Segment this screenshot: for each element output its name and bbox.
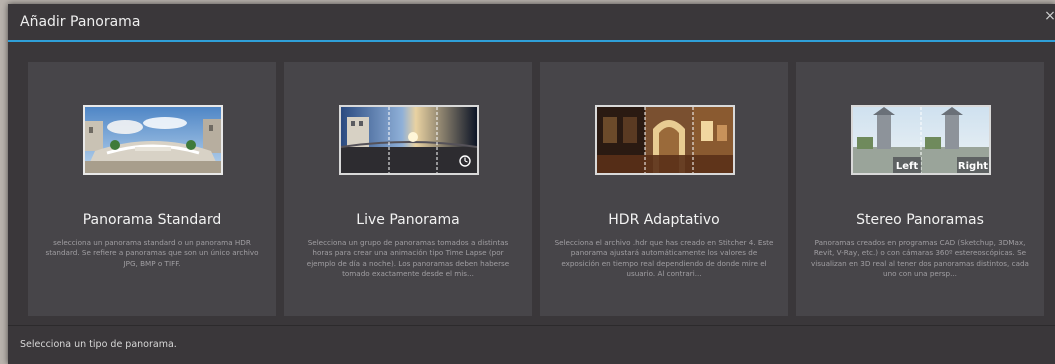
dialog-titlebar: Añadir Panorama ×: [8, 4, 1055, 42]
panorama-standard-thumbnail: [83, 105, 223, 175]
status-message: Selecciona un tipo de panorama.: [20, 339, 177, 350]
card-live-panorama[interactable]: Live Panorama Selecciona un grupo de pan…: [284, 62, 532, 316]
footer-divider: [8, 325, 1055, 326]
card-panorama-standard[interactable]: Panorama Standard selecciona un panorama…: [28, 62, 276, 316]
stereo-panoramas-thumbnail: Left Right: [851, 105, 991, 175]
hdr-adaptativo-thumbnail: [595, 105, 735, 175]
stereo-right-label: Right: [958, 161, 988, 172]
card-description: Selecciona el archivo .hdr que has cread…: [554, 238, 774, 278]
add-panorama-dialog: Añadir Panorama × Panorama Standard sele…: [8, 4, 1055, 364]
card-description: Panoramas creados en programas CAD (Sket…: [811, 238, 1029, 278]
dialog-title: Añadir Panorama: [20, 14, 141, 30]
card-title: Panorama Standard: [82, 212, 222, 228]
stereo-left-label: Left: [896, 161, 919, 172]
card-title: Live Panorama: [356, 212, 460, 228]
card-stereo-panoramas[interactable]: Left Right Stereo Panoramas Panoramas cr…: [796, 62, 1044, 316]
card-description: Selecciona un grupo de panoramas tomados…: [306, 238, 510, 278]
card-hdr-adaptativo[interactable]: HDR Adaptativo Selecciona el archivo .hd…: [540, 62, 788, 316]
live-panorama-thumbnail: [339, 105, 479, 175]
card-description: selecciona un panorama standard o un pan…: [45, 238, 259, 268]
card-title: HDR Adaptativo: [608, 212, 720, 228]
card-title: Stereo Panoramas: [856, 212, 984, 228]
close-icon[interactable]: ×: [1043, 8, 1055, 24]
